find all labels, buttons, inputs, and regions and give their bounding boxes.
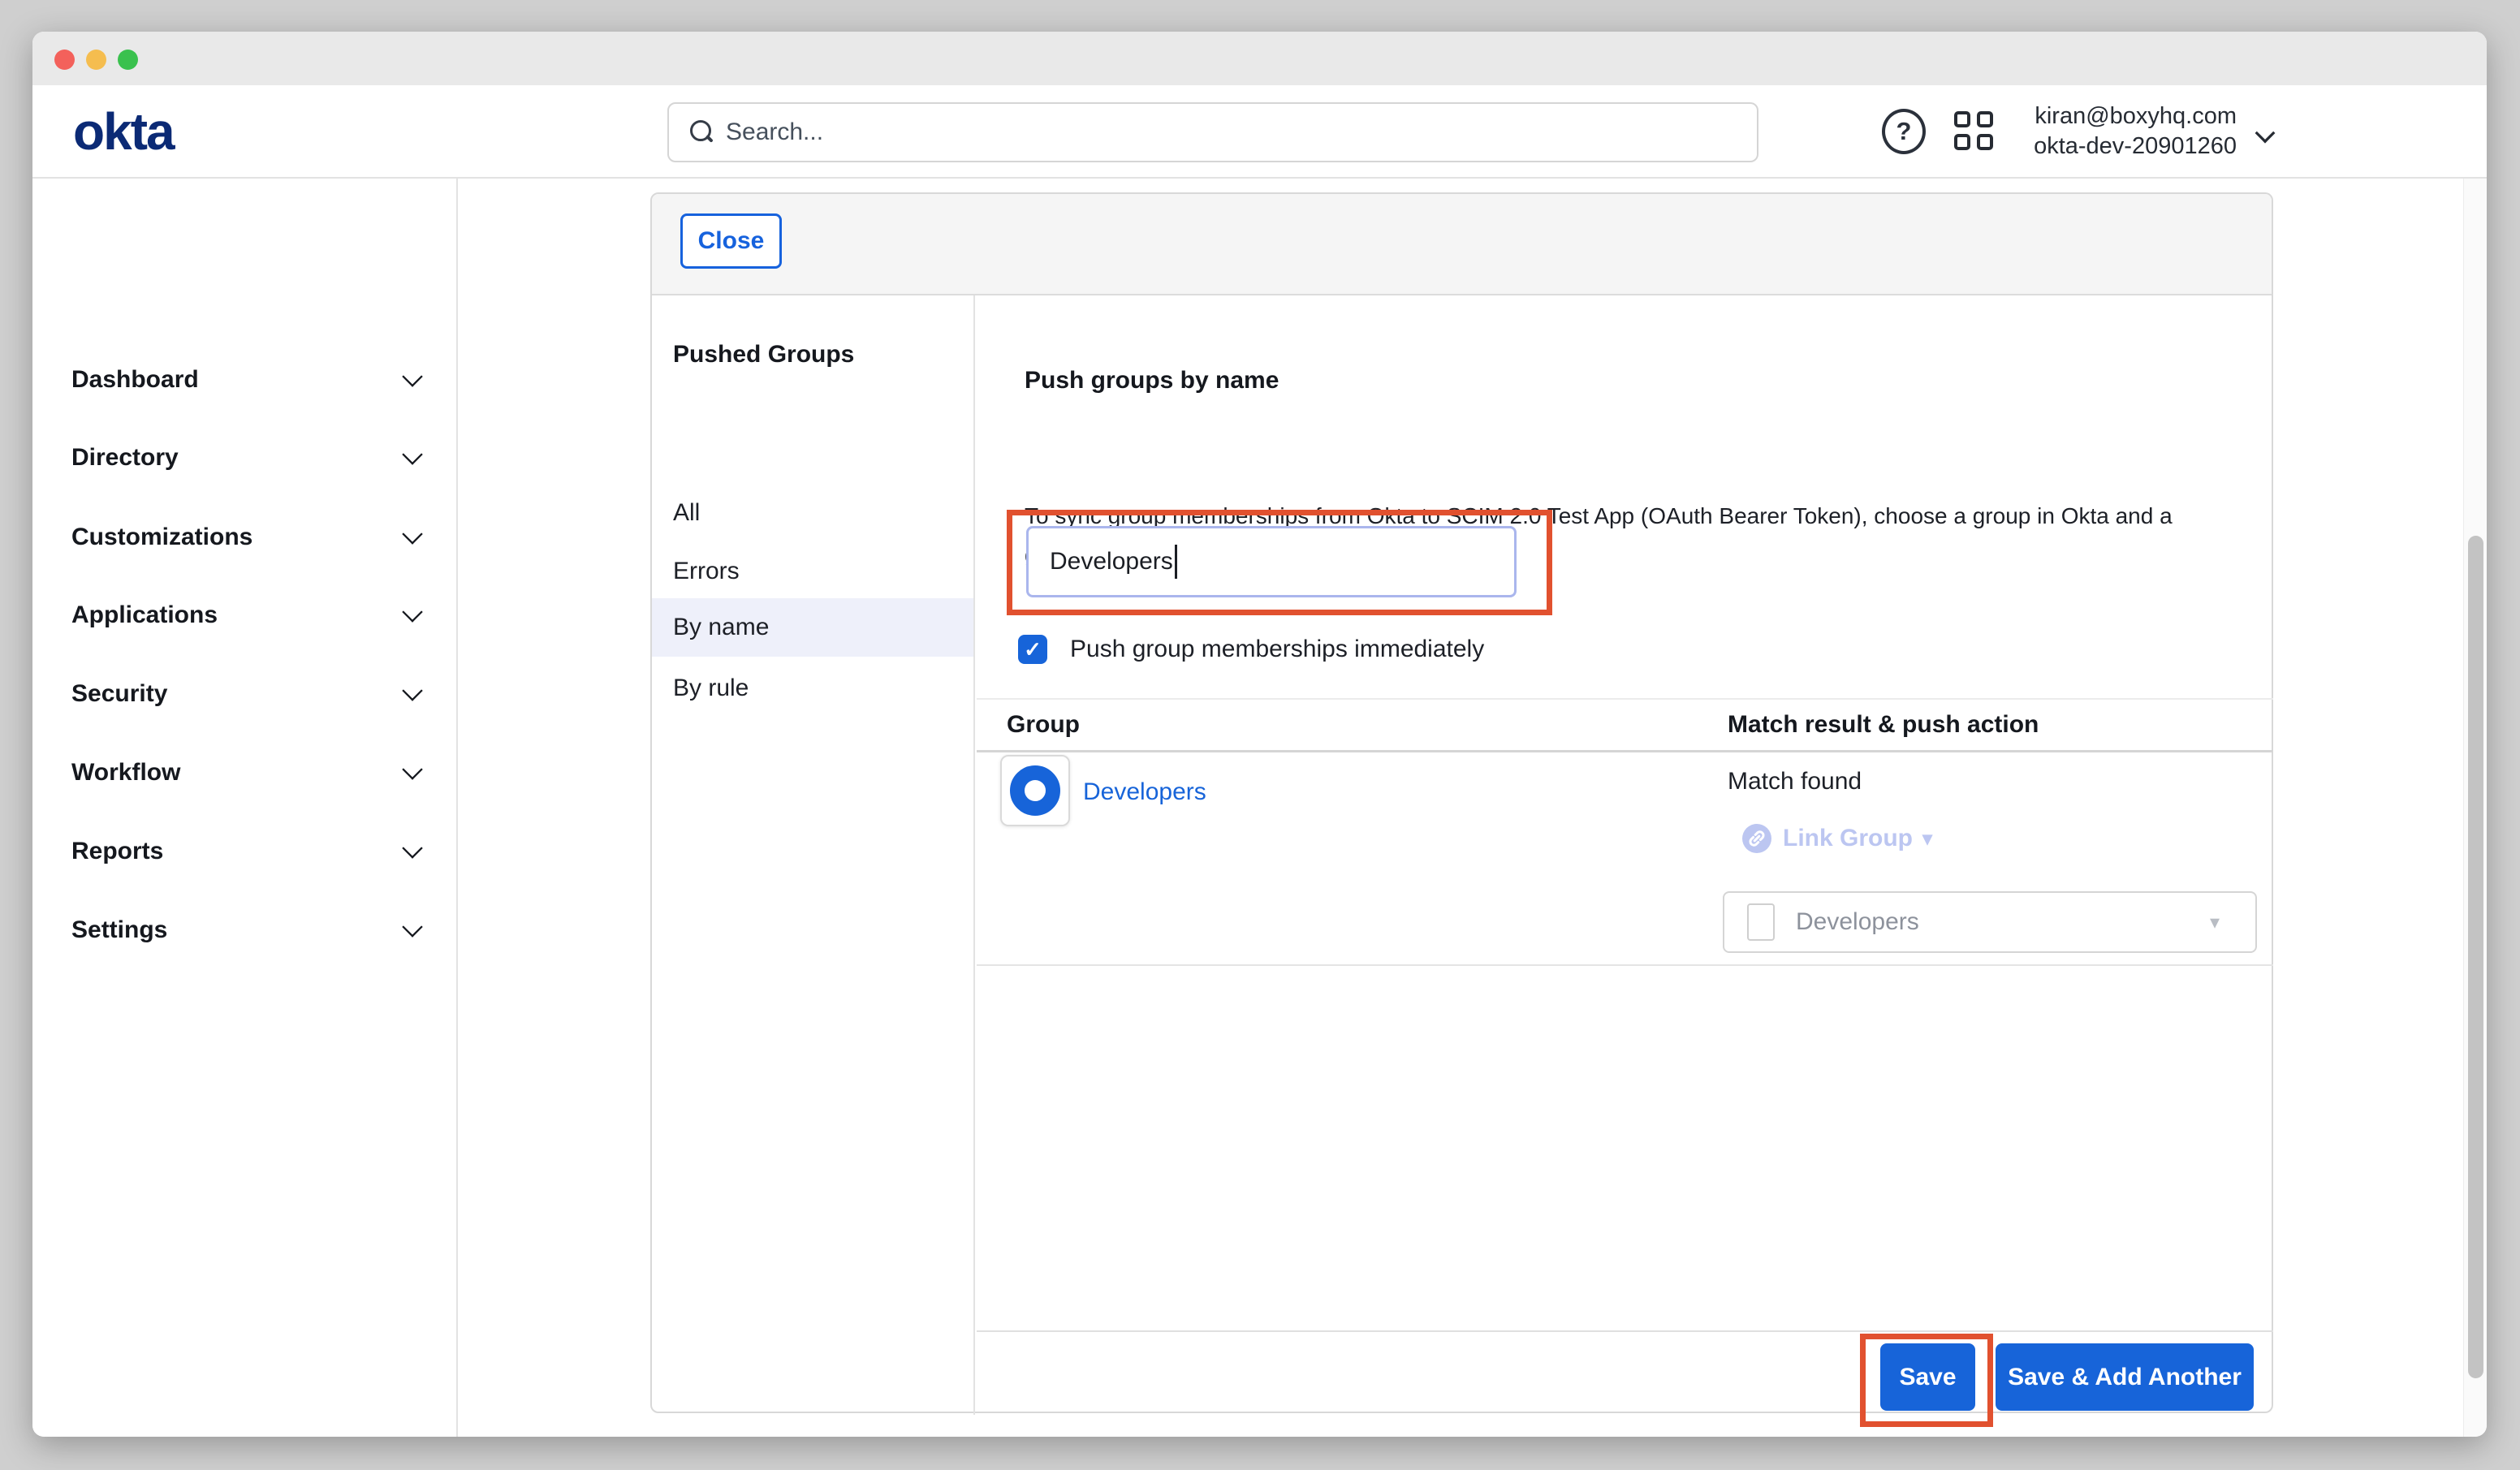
footer-border [977,1330,2273,1332]
target-group-thumbnail-icon [1747,903,1775,941]
match-status: Match found [1728,768,1862,795]
search-input[interactable]: Search... [667,102,1758,162]
close-button[interactable]: Close [680,213,782,269]
user-email: kiran@boxyhq.com [2034,101,2237,131]
table-top-border [977,698,2273,700]
subnav-item-errors[interactable]: Errors [652,542,973,601]
apps-grid-icon[interactable] [1954,111,1996,152]
table-header-match-result: Match result & push action [1728,711,2039,739]
target-group-select[interactable]: Developers ▾ [1723,891,2257,953]
sidebar-nav: Dashboard Directory Customizations Appli… [32,179,458,1437]
user-org: okta-dev-20901260 [2034,131,2237,162]
save-button[interactable]: Save [1880,1343,1975,1411]
window-minimize-dot[interactable] [86,50,106,70]
window-zoom-dot[interactable] [118,50,138,70]
pushed-groups-subnav: Pushed Groups All Errors By name By rule [652,295,975,1415]
push-immediately-checkbox[interactable]: ✓ [1018,635,1047,664]
chevron-down-icon [402,838,422,858]
user-menu-chevron-icon[interactable] [2256,124,2277,145]
sidebar-item-customizations[interactable]: Customizations [32,519,456,555]
sidebar-item-settings[interactable]: Settings [32,912,456,948]
select-caret-icon: ▾ [2210,911,2220,934]
user-menu[interactable]: kiran@boxyhq.com okta-dev-20901260 [2034,101,2237,162]
sidebar-item-applications[interactable]: Applications [32,597,456,633]
panel-header: Close [652,194,2272,295]
help-icon[interactable]: ? [1882,109,1926,154]
okta-logo: okta [73,101,174,162]
subnav-item-by-rule[interactable]: By rule [652,659,973,718]
table-row-border [977,964,2273,966]
push-groups-panel: Close Pushed Groups All Errors By name B… [650,192,2273,1413]
chevron-down-icon [402,366,422,386]
app-header: okta Search... ? kiran@boxyhq.com okta-d… [32,85,2487,179]
scrollbar-thumb[interactable] [2468,536,2483,1378]
subnav-item-by-name[interactable]: By name [652,598,973,657]
table-header-border [977,750,2273,752]
link-icon [1742,824,1771,853]
chevron-down-icon [402,444,422,464]
chevron-down-icon [402,680,422,701]
scrollbar-track[interactable] [2463,179,2487,1437]
subnav-title: Pushed Groups [673,341,854,369]
chevron-down-icon [402,601,422,622]
group-icon [1010,765,1060,816]
sidebar-item-dashboard[interactable]: Dashboard [32,362,456,398]
link-group-caret-icon: ▾ [1922,827,1932,851]
sidebar-item-reports[interactable]: Reports [32,834,456,869]
chevron-down-icon [402,759,422,779]
push-by-name-content: Push groups by name To sync group member… [977,295,2273,1415]
window-titlebar [32,32,2487,85]
text-cursor [1175,545,1177,579]
search-icon [690,120,714,144]
browser-window: okta Search... ? kiran@boxyhq.com okta-d… [32,32,2487,1437]
sidebar-item-directory[interactable]: Directory [32,440,456,476]
table-header-group: Group [1007,711,1080,739]
link-group-label: Link Group [1783,825,1913,852]
save-add-another-button[interactable]: Save & Add Another [1996,1343,2254,1411]
link-group-action[interactable]: Link Group ▾ [1742,824,1932,853]
group-avatar-card [1000,755,1070,826]
chevron-down-icon [402,524,422,544]
content-heading: Push groups by name [1025,367,1279,394]
group-name-input[interactable]: Developers [1026,526,1517,597]
search-placeholder: Search... [726,119,823,146]
sidebar-item-security[interactable]: Security [32,676,456,712]
target-group-value: Developers [1796,908,1919,936]
window-close-dot[interactable] [54,50,75,70]
subnav-item-all[interactable]: All [652,484,973,542]
sidebar-item-workflow[interactable]: Workflow [32,755,456,791]
group-name-input-value: Developers [1050,548,1173,575]
push-immediately-label: Push group memberships immediately [1070,636,1484,663]
chevron-down-icon [402,916,422,937]
group-name-link[interactable]: Developers [1083,778,1206,806]
push-immediately-row: ✓ Push group memberships immediately [1018,633,1484,666]
